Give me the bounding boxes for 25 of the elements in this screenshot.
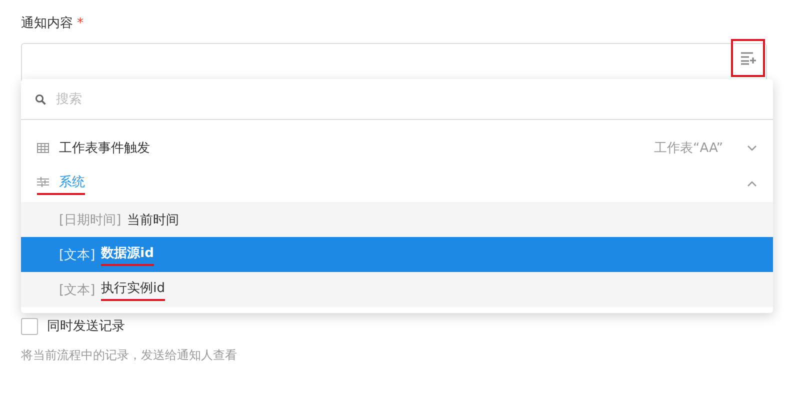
variable-name: 执行实例id <box>101 278 166 300</box>
group-header[interactable]: 工作表事件触发 工作表“AA” <box>21 130 773 166</box>
group-title: 系统 <box>59 174 85 191</box>
variable-item[interactable]: [文本] 执行实例id <box>21 272 773 307</box>
variable-name: 当前时间 <box>127 212 180 228</box>
required-mark: * <box>77 16 84 30</box>
checkbox[interactable] <box>21 318 38 334</box>
search-icon <box>35 94 46 104</box>
variable-item[interactable]: [文本] 数据源id <box>21 237 773 272</box>
variable-type: [文本] <box>59 246 96 264</box>
sliders-icon <box>37 177 49 187</box>
chevron-down-icon <box>747 145 757 151</box>
insert-field-button[interactable] <box>731 39 765 77</box>
variable-item[interactable]: [日期时间] 当前时间 <box>21 202 773 237</box>
variable-name: 数据源id <box>101 244 154 266</box>
variable-type: [日期时间] <box>59 212 122 228</box>
variable-type: [文本] <box>59 282 96 298</box>
list-plus-icon <box>740 51 756 65</box>
hint-text: 将当前流程中的记录，发送给通知人查看 <box>21 347 237 364</box>
table-icon <box>37 143 49 153</box>
group-title: 工作表事件触发 <box>59 140 150 157</box>
checkbox-label: 同时发送记录 <box>47 318 125 335</box>
group-subtitle: 工作表“AA” <box>654 140 723 157</box>
field-label: 通知内容 <box>21 15 73 32</box>
chevron-up-icon <box>747 181 757 187</box>
